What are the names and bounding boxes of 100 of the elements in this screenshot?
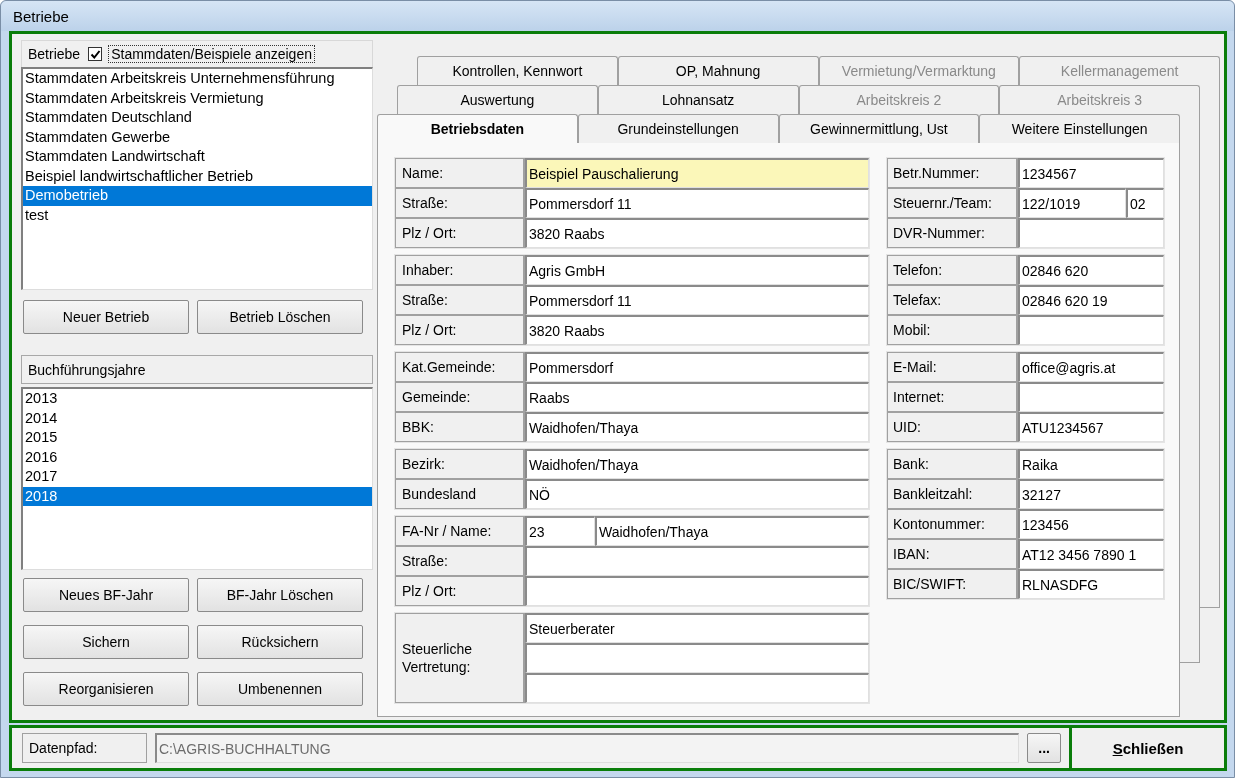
tab[interactable]: Betriebsdaten — [377, 114, 578, 143]
field-label: Bezirk: — [395, 449, 525, 479]
field-label: Plz / Ort: — [395, 315, 525, 345]
text-field[interactable]: Pommersdorf — [525, 352, 869, 382]
text-field[interactable] — [1018, 382, 1164, 412]
checkbox-label[interactable]: Stammdaten/Beispiele anzeigen — [108, 45, 315, 63]
field-label: Straße: — [395, 285, 525, 315]
field-label: Straße: — [395, 546, 525, 576]
tab[interactable]: OP, Mahnung — [617, 56, 819, 85]
tab[interactable]: Grundeinstellungen — [577, 114, 779, 143]
list-item[interactable]: 2016 — [23, 447, 372, 467]
list-item[interactable]: 2015 — [23, 428, 372, 448]
list-item[interactable]: 2013 — [23, 389, 372, 409]
path-field[interactable]: C:\AGRIS-BUCHHALTUNG — [154, 733, 1020, 763]
text-field[interactable] — [525, 673, 869, 703]
checkbox[interactable] — [88, 47, 103, 61]
field-label: Plz / Ort: — [395, 218, 525, 248]
list-item[interactable]: 2014 — [23, 408, 372, 428]
text-field[interactable]: 02846 620 — [1018, 255, 1164, 285]
field-label: Steuernr./Team: — [887, 188, 1018, 218]
text-field[interactable]: 32127 — [1018, 479, 1164, 509]
list-item[interactable]: Stammdaten Arbeitskreis Vermietung — [23, 88, 372, 108]
list-item[interactable]: test — [23, 205, 372, 225]
action-button[interactable]: Sichern — [23, 625, 189, 659]
browse-button[interactable]: ... — [1027, 733, 1062, 763]
text-field[interactable]: Waidhofen/Thaya — [595, 516, 869, 546]
list-item[interactable]: 2017 — [23, 467, 372, 487]
field-label: Bankleitzahl: — [887, 479, 1018, 509]
action-button[interactable]: Betrieb Löschen — [197, 300, 363, 334]
tab[interactable]: Kontrollen, Kennwort — [417, 56, 618, 85]
field-label: FA-Nr / Name: — [395, 516, 525, 546]
field-label: Gemeinde: — [395, 382, 525, 412]
tab[interactable]: Lohnansatz — [597, 85, 799, 114]
text-field[interactable]: Beispiel Pauschalierung — [525, 158, 869, 188]
text-field[interactable]: 1234567 — [1018, 158, 1164, 188]
tab[interactable]: Weitere Einstellungen — [979, 114, 1180, 143]
field-label: Betr.Nummer: — [887, 158, 1018, 188]
action-button[interactable]: Neues BF-Jahr — [23, 578, 189, 612]
text-field[interactable]: 23 — [525, 516, 595, 546]
text-field[interactable]: Raika — [1018, 449, 1164, 479]
field-label: Telefax: — [887, 285, 1018, 315]
text-field[interactable] — [525, 643, 869, 673]
field-label: Bank: — [887, 449, 1018, 479]
field-label: Kat.Gemeinde: — [395, 352, 525, 382]
text-field[interactable]: Pommersdorf 11 — [525, 285, 869, 315]
text-field[interactable]: 02846 620 19 — [1018, 285, 1164, 315]
text-field[interactable]: 3820 Raabs — [525, 315, 869, 345]
group-label: Betriebe — [28, 46, 81, 62]
window-title: Betriebe — [13, 7, 69, 25]
list-item[interactable]: Stammdaten Arbeitskreis Unternehmensführung — [23, 69, 372, 89]
text-field[interactable]: Agris GmbH — [525, 255, 869, 285]
text-field[interactable]: Waidhofen/Thaya — [525, 449, 869, 479]
field-label: Name: — [395, 158, 525, 188]
list-item[interactable]: 2018 — [23, 486, 372, 506]
field-label: Kontonummer: — [887, 509, 1018, 539]
field-label: BIC/SWIFT: — [887, 569, 1018, 599]
tab[interactable]: Auswertung — [397, 85, 598, 114]
text-field[interactable] — [525, 576, 869, 606]
text-field[interactable]: Raabs — [525, 382, 869, 412]
action-button[interactable]: Reorganisieren — [23, 672, 189, 706]
text-field[interactable]: Pommersdorf 11 — [525, 188, 869, 218]
text-field[interactable]: ATU1234567 — [1018, 412, 1164, 442]
text-field[interactable] — [1018, 315, 1164, 345]
list-item[interactable]: Stammdaten Landwirtschaft — [23, 147, 372, 167]
field-label: Bundesland — [395, 479, 525, 509]
field-label: BBK: — [395, 412, 525, 442]
text-field[interactable]: RLNASDFG — [1018, 569, 1164, 599]
path-label: Datenpfad: — [22, 733, 147, 763]
field-label: E-Mail: — [887, 352, 1018, 382]
text-field[interactable]: Steuerberater — [525, 613, 869, 643]
list-item[interactable]: Demobetrieb — [23, 186, 372, 206]
field-label: Internet: — [887, 382, 1018, 412]
field-label: Inhaber: — [395, 255, 525, 285]
text-field[interactable]: office@agris.at — [1018, 352, 1164, 382]
action-button[interactable]: Umbenennen — [197, 672, 363, 706]
group-label: Buchführungsjahre — [28, 361, 146, 378]
field-label: UID: — [887, 412, 1018, 442]
list-item[interactable]: Beispiel landwirtschaftlicher Betrieb — [23, 166, 372, 186]
field-label: Mobil: — [887, 315, 1018, 345]
field-label: Telefon: — [887, 255, 1018, 285]
action-button[interactable]: BF-Jahr Löschen — [197, 578, 363, 612]
action-button[interactable]: Rücksichern — [197, 625, 363, 659]
list-item[interactable]: Stammdaten Gewerbe — [23, 127, 372, 147]
text-field[interactable] — [525, 546, 869, 576]
field-label: Plz / Ort: — [395, 576, 525, 606]
field-label: IBAN: — [887, 539, 1018, 569]
field-label: DVR-Nummer: — [887, 218, 1018, 248]
text-field[interactable]: AT12 3456 7890 1 — [1018, 539, 1164, 569]
text-field[interactable]: 3820 Raabs — [525, 218, 869, 248]
text-field[interactable]: 122/1019 — [1018, 188, 1126, 218]
action-button[interactable]: Neuer Betrieb — [23, 300, 189, 334]
tab[interactable]: Gewinnermittlung, Ust — [778, 114, 980, 143]
text-field[interactable] — [1018, 218, 1164, 248]
field-label: Steuerliche Vertretung: — [395, 613, 525, 703]
field-label: Straße: — [395, 188, 525, 218]
text-field[interactable]: 02 — [1126, 188, 1164, 218]
text-field[interactable]: NÖ — [525, 479, 869, 509]
text-field[interactable]: Waidhofen/Thaya — [525, 412, 869, 442]
list-item[interactable]: Stammdaten Deutschland — [23, 108, 372, 128]
text-field[interactable]: 123456 — [1018, 509, 1164, 539]
